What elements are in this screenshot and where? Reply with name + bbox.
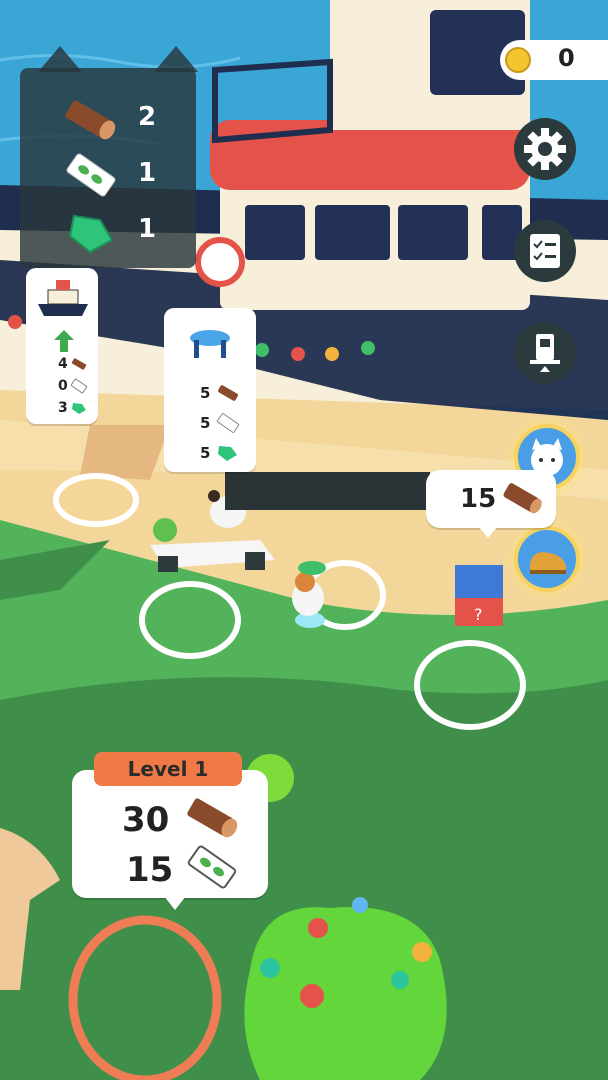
log-icon: [71, 358, 87, 370]
coin-count: 0: [558, 44, 575, 72]
mystery-box-cost-bubble[interactable]: 15: [426, 470, 556, 528]
coin-icon: [505, 47, 531, 73]
level-label: Level 1: [94, 752, 242, 786]
inventory-item-leaf-paper: 1: [20, 150, 196, 202]
shoe-icon: [530, 552, 566, 574]
box-log-cost: 15: [460, 484, 497, 514]
leaf-paper-icon: [187, 845, 237, 889]
table-icon: [190, 330, 230, 358]
table-gem-cost: 5: [200, 444, 211, 462]
inventory-count-gem: 1: [138, 214, 157, 244]
table-paper-cost: 5: [200, 414, 211, 432]
log-icon: [503, 483, 542, 514]
green-gem-icon: [218, 446, 237, 461]
level-log-cost: 30: [122, 800, 170, 840]
leaf-paper-icon: [70, 378, 88, 394]
coin-counter: 0: [500, 40, 608, 80]
leaf-paper-icon: [216, 413, 240, 433]
ship-paper-cost: 0: [58, 378, 68, 394]
inventory-item-log: 2: [20, 94, 196, 146]
level-paper-cost: 15: [126, 850, 174, 890]
checklist-icon: [530, 234, 560, 268]
upgrade-station-button[interactable]: [514, 322, 576, 384]
log-icon: [65, 100, 116, 140]
cat-ear-left: [38, 46, 82, 72]
bubble-tail: [164, 896, 186, 910]
ship-gem-cost: 3: [58, 400, 68, 416]
settings-button[interactable]: [514, 118, 576, 180]
svg-text:?: ?: [474, 605, 483, 624]
upgrade-station-icon: [530, 334, 560, 372]
table-build-card[interactable]: 5 5 5: [164, 308, 256, 472]
speed-boost-button[interactable]: [514, 526, 580, 592]
green-gem-icon: [68, 214, 114, 254]
ship-icon: [38, 280, 88, 316]
log-icon: [187, 798, 238, 838]
inventory-panel: 2 1 1: [20, 46, 198, 268]
log-icon: [218, 385, 238, 401]
tasks-button[interactable]: [514, 220, 576, 282]
level-build-bubble[interactable]: 30 15: [72, 770, 268, 898]
cat-ear-right: [154, 46, 198, 72]
leaf-paper-icon: [66, 153, 116, 197]
upgrade-arrow-icon: [54, 330, 74, 352]
table-log-cost: 5: [200, 384, 211, 402]
ship-log-cost: 4: [58, 356, 68, 372]
bubble-tail: [478, 526, 498, 538]
inventory-count-leaf-paper: 1: [138, 158, 157, 188]
settings-icon: [524, 128, 566, 170]
green-gem-icon: [72, 403, 86, 414]
ship-upgrade-card[interactable]: 4 0 3: [26, 268, 98, 424]
inventory-count-log: 2: [138, 102, 157, 132]
inventory-item-gem: 1: [20, 206, 196, 258]
